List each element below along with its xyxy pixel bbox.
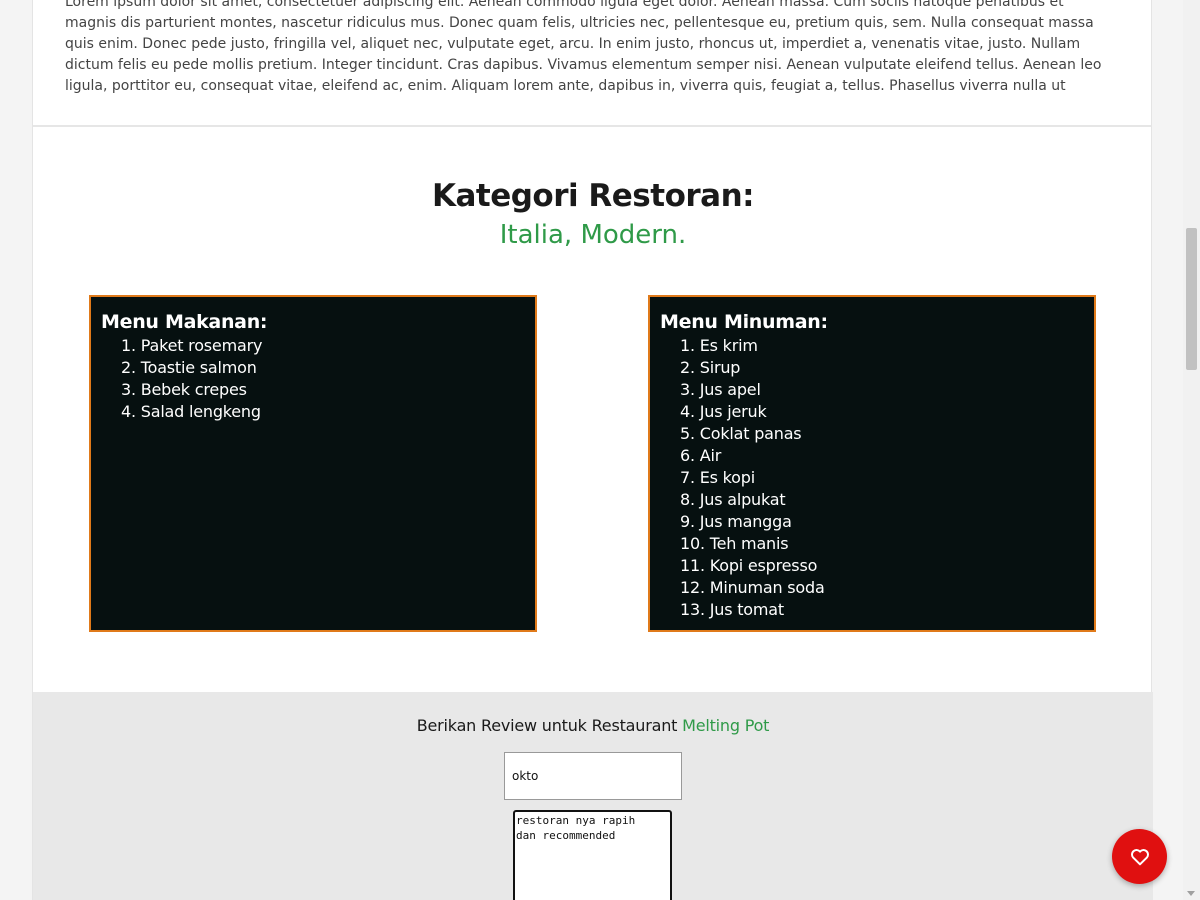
- drink-menu-box: Menu Minuman: 1. Es krim 2. Sirup 3. Jus a…: [648, 295, 1096, 632]
- menu-item: 1. Paket rosemary: [121, 336, 263, 355]
- drink-menu-title: Menu Minuman:: [660, 311, 828, 333]
- menu-item: 3. Bebek crepes: [121, 380, 247, 399]
- menu-item: 9. Jus mangga: [680, 512, 792, 531]
- page-container: Lorem ipsum dolor sit amet, consectetuer…: [32, 0, 1153, 900]
- category-values: Italia, Modern.: [499, 220, 687, 250]
- review-heading-text: Berikan Review untuk Restaurant: [416, 716, 678, 735]
- menu-item: 11. Kopi espresso: [680, 556, 818, 575]
- menu-item: 5. Coklat panas: [680, 424, 802, 443]
- menu-item: 1. Es krim: [680, 336, 758, 355]
- menu-item: 4. Jus jeruk: [680, 402, 767, 421]
- category-title: Kategori Restoran:: [431, 178, 755, 214]
- heart-icon: [1130, 848, 1149, 865]
- menu-item: 6. Air: [680, 446, 722, 465]
- menu-item: 8. Jus alpukat: [680, 490, 786, 509]
- restaurant-name: Melting Pot: [682, 716, 770, 735]
- food-menu-list: 1. Paket rosemary 2. Toastie salmon 3. Beb…: [101, 335, 525, 423]
- food-menu-box: Menu Makanan: 1. Paket rosemary 2. Toasti…: [89, 295, 537, 632]
- food-menu-title: Menu Makanan:: [101, 311, 268, 333]
- drink-menu-list: 1. Es krim 2. Sirup 3. Jus apel 4. Jus jeru…: [660, 335, 1084, 621]
- menu-item: 13. Jus tomat: [680, 600, 784, 619]
- menu-item: 2. Sirup: [680, 358, 741, 377]
- menu-item: 2. Toastie salmon: [121, 358, 257, 377]
- scroll-down-arrow-icon[interactable]: [1187, 891, 1195, 896]
- favorite-button[interactable]: [1112, 829, 1167, 884]
- review-heading: Berikan Review untuk Restaurant Melting …: [33, 716, 1153, 735]
- scrollbar-thumb[interactable]: [1186, 228, 1197, 370]
- review-textarea[interactable]: restoran nya rapih dan recommended: [513, 810, 672, 900]
- menu-item: 12. Minuman soda: [680, 578, 825, 597]
- restaurant-description: Lorem ipsum dolor sit amet, consectetuer…: [65, 0, 1102, 94]
- menu-item: 7. Es kopi: [680, 468, 755, 487]
- menu-item: 3. Jus apel: [680, 380, 761, 399]
- menu-item: 10. Teh manis: [680, 534, 789, 553]
- section-divider: [33, 125, 1151, 127]
- menu-item: 4. Salad lengkeng: [121, 402, 261, 421]
- scrollbar[interactable]: [1183, 0, 1200, 900]
- review-section: Berikan Review untuk Restaurant Melting …: [33, 692, 1153, 900]
- reviewer-name-input[interactable]: [504, 752, 682, 800]
